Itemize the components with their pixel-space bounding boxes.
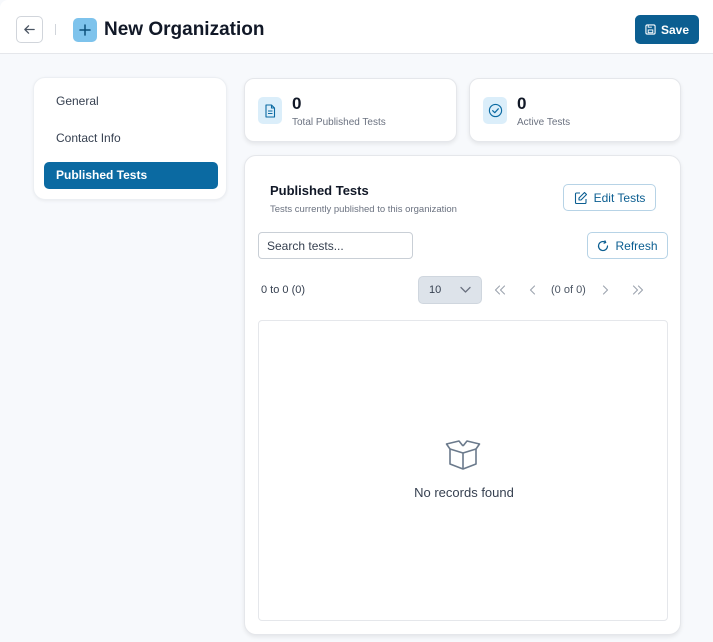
section-subtitle: Tests currently published to this organi… <box>270 204 457 215</box>
sidebar-nav: General Contact Info Published Tests <box>33 77 227 200</box>
stat-label: Active Tests <box>517 117 571 128</box>
save-button-label: Save <box>660 22 690 37</box>
chevron-left-icon <box>529 285 536 295</box>
stat-card-total-published: 0 Total Published Tests <box>244 78 457 142</box>
page-size-value: 10 <box>429 284 442 296</box>
page-info: (0 of 0) <box>551 284 586 296</box>
edit-icon <box>574 191 587 204</box>
page-size-select[interactable]: 10 <box>418 276 482 304</box>
prev-page-button[interactable] <box>526 283 540 297</box>
stat-value: 0 <box>292 94 302 113</box>
empty-box-icon <box>445 440 481 470</box>
refresh-icon <box>598 239 609 251</box>
search-input[interactable] <box>258 232 413 259</box>
edit-tests-button[interactable]: Edit Tests <box>563 184 656 211</box>
refresh-button[interactable]: Refresh <box>587 232 668 259</box>
published-tests-panel: Published Tests Tests currently publishe… <box>244 155 681 635</box>
chevrons-right-icon <box>632 285 644 295</box>
top-bar: New Organization Save <box>0 0 713 54</box>
tests-grid: No records found <box>258 320 668 621</box>
refresh-label: Refresh <box>615 238 658 253</box>
sidebar-item-general[interactable]: General <box>44 88 218 115</box>
first-page-button[interactable] <box>493 283 507 297</box>
chevron-down-icon <box>460 286 471 293</box>
stat-label: Total Published Tests <box>292 117 386 128</box>
arrow-left-icon <box>24 25 35 34</box>
stat-value: 0 <box>517 94 527 113</box>
section-title: Published Tests <box>270 183 369 198</box>
document-icon <box>258 97 282 124</box>
page-title: New Organization <box>104 19 265 40</box>
sidebar-item-contact-info[interactable]: Contact Info <box>44 125 218 152</box>
sidebar-item-published-tests[interactable]: Published Tests <box>44 162 218 189</box>
last-page-button[interactable] <box>631 283 645 297</box>
save-icon <box>645 24 656 35</box>
next-page-button[interactable] <box>598 283 612 297</box>
header-divider <box>55 24 56 35</box>
pagination-range: 0 to 0 (0) <box>261 284 306 296</box>
edit-tests-label: Edit Tests <box>593 190 646 205</box>
chevron-right-icon <box>602 285 609 295</box>
check-circle-icon <box>483 97 507 124</box>
chevrons-left-icon <box>494 285 506 295</box>
back-button[interactable] <box>16 16 43 43</box>
stat-card-active-tests: 0 Active Tests <box>469 78 681 142</box>
plus-icon <box>73 18 97 42</box>
empty-message: No records found <box>414 485 514 500</box>
save-button[interactable]: Save <box>635 15 699 44</box>
